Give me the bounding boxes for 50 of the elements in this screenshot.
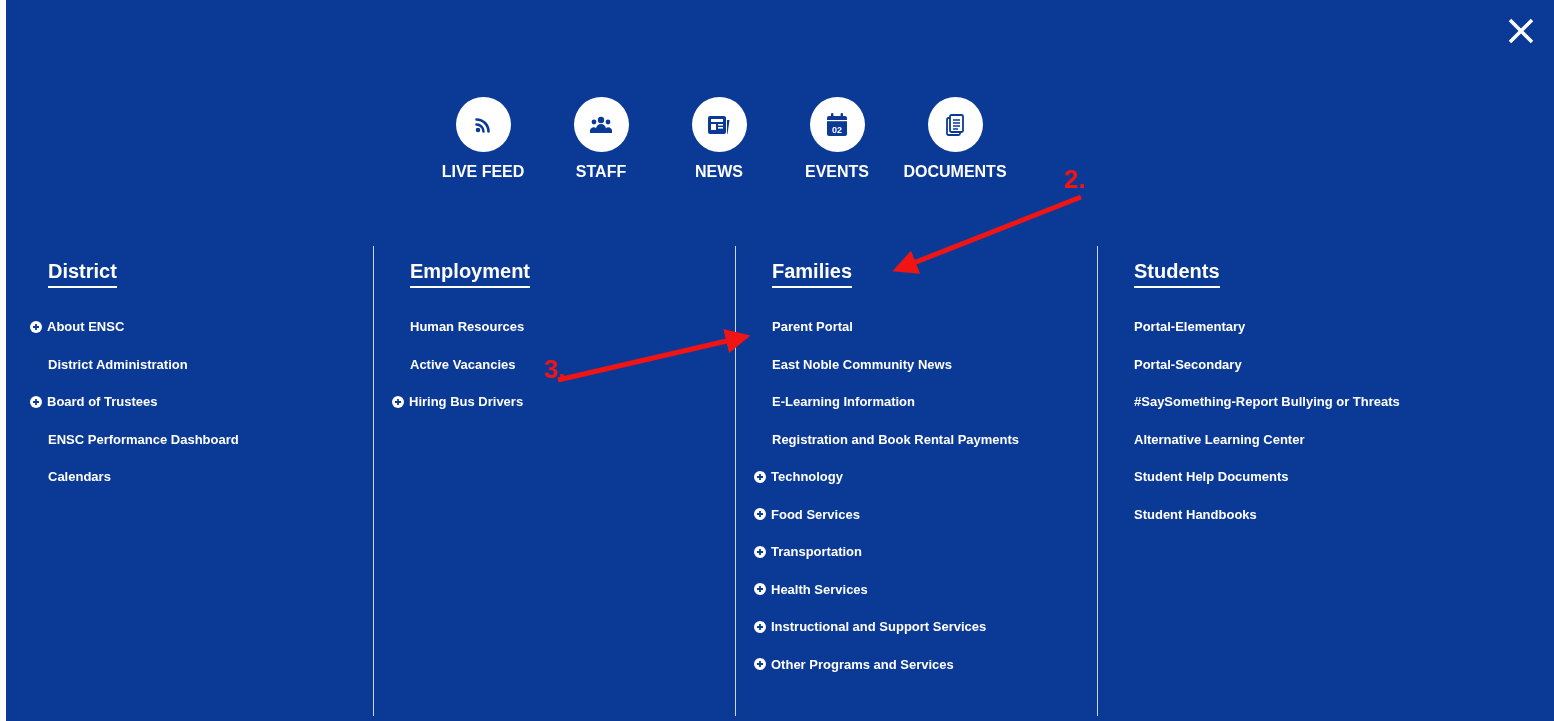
plus-circle-icon — [754, 658, 766, 671]
quick-link[interactable]: DOCUMENTS — [896, 97, 1014, 184]
menu-link[interactable]: Active Vacancies — [410, 345, 516, 383]
menu-link[interactable]: Portal-Secondary — [1134, 345, 1242, 383]
annotation-label: 2. — [1064, 163, 1086, 196]
plus-circle-icon — [754, 620, 766, 633]
documents-icon — [946, 113, 964, 136]
annotation-label: 3. — [544, 353, 566, 386]
menu-link[interactable]: East Noble Community News — [772, 345, 952, 383]
menu-link[interactable]: #SaySomething-Report Bullying or Threats — [1134, 383, 1400, 421]
quick-link[interactable]: LIVE FEED — [424, 97, 542, 184]
plus-circle-icon — [754, 470, 766, 483]
calendar-icon: 02 — [826, 112, 848, 137]
close-icon — [1508, 18, 1534, 44]
menu-link[interactable]: Parent Portal — [772, 308, 853, 346]
quick-link[interactable]: 02 EVENTS — [778, 97, 896, 184]
column-heading[interactable]: Families — [772, 259, 853, 288]
plus-circle-icon — [754, 545, 766, 558]
column-heading[interactable]: Employment — [410, 259, 531, 288]
people-group-icon — [589, 115, 613, 134]
menu-link[interactable]: Hiring Bus Drivers — [392, 383, 524, 421]
plus-circle-icon — [754, 508, 766, 521]
menu-link[interactable]: E-Learning Information — [772, 383, 915, 421]
quick-link[interactable]: STAFF — [542, 97, 660, 184]
plus-circle-icon — [754, 583, 766, 596]
plus-circle-icon — [30, 320, 42, 333]
menu-link[interactable]: Portal-Elementary — [1134, 308, 1246, 346]
menu-link[interactable]: Food Services — [754, 495, 860, 533]
quick-link[interactable]: NEWS — [660, 97, 778, 184]
menu-link[interactable]: Health Services — [754, 570, 868, 608]
menu-link[interactable]: Technology — [754, 458, 843, 496]
menu-link[interactable]: Student Handbooks — [1134, 495, 1257, 533]
menu-link[interactable]: Student Help Documents — [1134, 458, 1289, 496]
column-heading[interactable]: District — [48, 259, 117, 288]
menu-link[interactable]: ENSC Performance Dashboard — [48, 420, 239, 458]
menu-link[interactable]: Human Resources — [410, 308, 525, 346]
menu-link[interactable]: Transportation — [754, 533, 862, 571]
menu-link[interactable]: Instructional and Support Services — [754, 608, 987, 646]
menu-link[interactable]: Calendars — [48, 458, 111, 496]
menu-link[interactable]: District Administration — [48, 345, 188, 383]
menu-link[interactable]: Other Programs and Services — [754, 645, 954, 683]
column-heading[interactable]: Students — [1134, 259, 1220, 288]
menu-link[interactable]: Registration and Book Rental Payments — [772, 420, 1020, 458]
plus-circle-icon — [30, 395, 42, 408]
menu-link[interactable]: Alternative Learning Center — [1134, 420, 1305, 458]
menu-link[interactable]: About ENSC — [30, 308, 125, 346]
menu-link[interactable]: Board of Trustees — [30, 383, 158, 421]
rss-feed-icon — [474, 115, 492, 134]
newspaper-icon — [707, 114, 731, 135]
plus-circle-icon — [392, 395, 404, 408]
